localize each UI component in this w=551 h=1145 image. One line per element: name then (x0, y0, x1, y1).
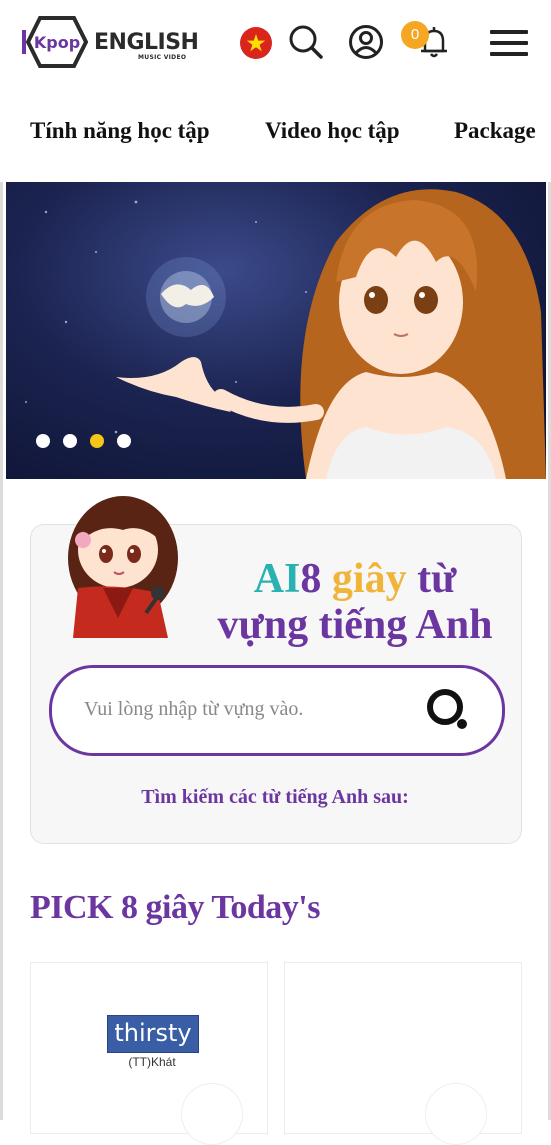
site-logo[interactable]: Kpop ENGLISH MUSIC VIDEO (22, 14, 199, 70)
pick-word-card[interactable] (284, 962, 522, 1145)
logo-mark-text: Kpop (34, 33, 80, 52)
carousel-dot[interactable] (117, 434, 131, 448)
logo-subtext: MUSIC VIDEO (138, 54, 187, 61)
logo-text: ENGLISH (94, 30, 199, 55)
vocab-search-input[interactable] (82, 688, 406, 730)
kpop-logo-mark: Kpop (22, 16, 88, 68)
carousel-dot[interactable] (36, 434, 50, 448)
header: Kpop ENGLISH MUSIC VIDEO 0 (0, 0, 551, 90)
hero-banner-carousel[interactable] (6, 182, 546, 479)
vocab-search-box (49, 665, 505, 756)
search-hint-text: Tìm kiếm các từ tiếng Anh sau: (141, 786, 409, 808)
user-account-icon[interactable] (348, 24, 384, 60)
pick-word-card[interactable]: thirsty (TT)Khát (30, 962, 268, 1145)
notification-count-badge: 0 (401, 21, 429, 49)
carousel-dot-active[interactable] (90, 434, 104, 448)
carousel-dot[interactable] (63, 434, 77, 448)
title-giay: giây (331, 556, 407, 602)
title-eight: 8 (300, 556, 322, 602)
nav-item-learning-features[interactable]: Tính năng học tập (30, 118, 210, 144)
nav-item-learning-videos[interactable]: Video học tập (265, 118, 400, 144)
search-icon[interactable] (288, 24, 324, 60)
pick-card-play-button[interactable] (181, 1083, 243, 1145)
vietnam-flag-icon[interactable] (240, 27, 272, 59)
carousel-pagination (36, 434, 144, 448)
nav-item-package[interactable]: Package (454, 118, 536, 144)
title-tu: từ (417, 556, 457, 602)
title-ai: AI (253, 556, 301, 602)
pick-word: thirsty (107, 1015, 199, 1053)
pick-card-play-button[interactable] (425, 1083, 487, 1145)
pick-word-meaning: (TT)Khát (128, 1055, 176, 1069)
vocab-search-button-icon[interactable] (424, 686, 472, 734)
hamburger-menu-icon[interactable] (490, 30, 528, 58)
chibi-singer-mascot (68, 496, 178, 638)
ai-vocab-title: AI8 giây từ vựng tiếng Anh (200, 556, 510, 648)
pick-today-title: PICK 8 giây Today's (30, 889, 320, 926)
title-line2: vựng tiếng Anh (217, 602, 493, 648)
main-nav: Tính năng học tập Video học tập Package (0, 90, 551, 182)
